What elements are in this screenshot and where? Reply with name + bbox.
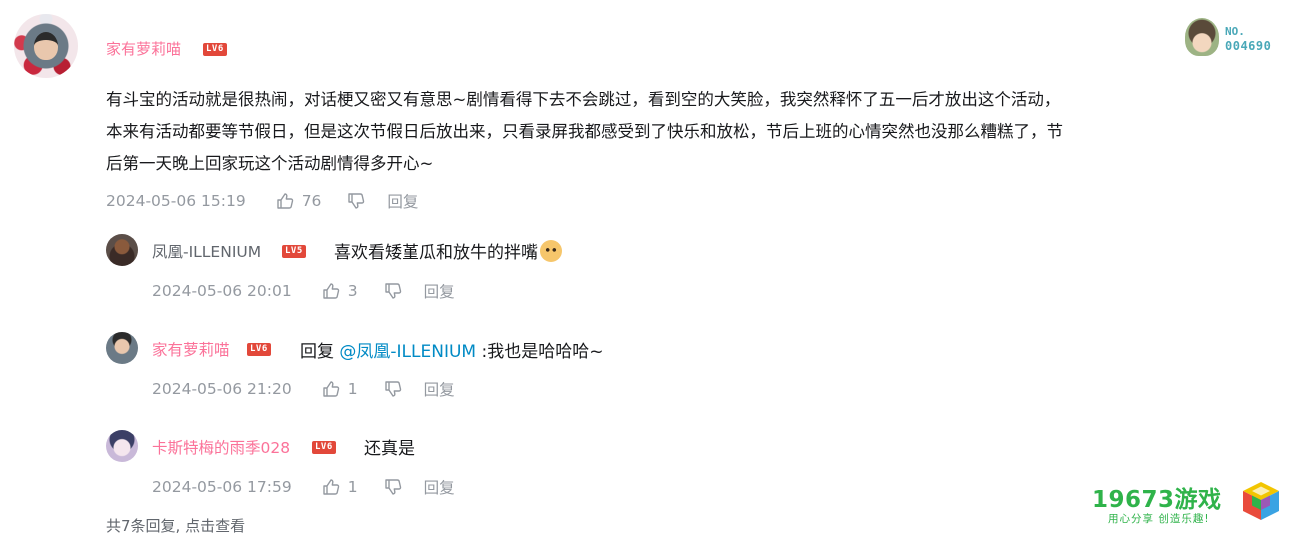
main-level-badge: LV6 (203, 43, 227, 56)
badge-no-value: 004690 (1225, 39, 1272, 53)
like-button[interactable]: 3 (322, 282, 358, 300)
like-icon (276, 193, 293, 209)
reply-avatar[interactable] (106, 234, 138, 266)
comment-time: 2024-05-06 15:19 (106, 192, 246, 210)
site-watermark: 19673游戏 用心分享 创造乐趣! (1092, 478, 1292, 526)
dislike-icon (384, 479, 401, 495)
fan-number-badge: NO. 004690 (1181, 18, 1291, 58)
avatar-face (34, 32, 58, 60)
reply-text: 回复 @凤凰-ILLENIUM :我也是哈哈哈~ (300, 337, 603, 362)
reply-time: 2024-05-06 21:20 (152, 380, 292, 398)
mention-link[interactable]: @凤凰-ILLENIUM (339, 342, 476, 362)
reply-prefix: 回复 (300, 342, 340, 362)
badge-character-icon (1185, 18, 1219, 56)
reply-text-content: :我也是哈哈哈~ (476, 342, 604, 362)
like-button[interactable]: 1 (322, 478, 358, 496)
reply-text-content: 喜欢看矮堇瓜和放牛的拌嘴 (334, 243, 538, 263)
like-count: 76 (301, 192, 322, 210)
main-username[interactable]: 家有萝莉喵 (106, 38, 181, 59)
dislike-button[interactable] (384, 478, 402, 496)
like-button[interactable]: 76 (276, 192, 322, 210)
emoji-icon (540, 240, 562, 262)
reply-level-badge: LV5 (282, 245, 306, 258)
reply-time: 2024-05-06 17:59 (152, 478, 292, 496)
reply-meta: 2024-05-06 20:01 3 回复 (152, 280, 455, 302)
reply-meta: 2024-05-06 21:20 1 回复 (152, 378, 455, 400)
like-count: 1 (347, 380, 358, 398)
reply-username[interactable]: 卡斯特梅的雨季028 (152, 436, 290, 458)
badge-no-label: NO. (1225, 25, 1245, 38)
reply-text: 还真是 (364, 439, 415, 459)
like-icon (322, 283, 339, 299)
watermark-brand: 19673游戏 (1092, 487, 1222, 513)
main-comment-text: 有斗宝的活动就是很热闹，对话梗又密又有意思~剧情看得下去不会跳过，看到空的大笑脸… (106, 90, 1063, 173)
reply-username[interactable]: 家有萝莉喵 (152, 338, 230, 360)
like-count: 1 (347, 478, 358, 496)
reply-level-badge: LV6 (247, 343, 271, 356)
reply-avatar[interactable] (106, 430, 138, 462)
like-icon (322, 381, 339, 397)
watermark-slogan: 用心分享 创造乐趣! (1108, 513, 1210, 525)
reply-avatar[interactable] (106, 332, 138, 364)
reply-level-badge: LV6 (312, 441, 336, 454)
reply-button[interactable]: 回复 (387, 190, 418, 212)
dislike-button[interactable] (384, 282, 402, 300)
cube-logo-icon (1243, 482, 1279, 520)
reply-button[interactable]: 回复 (424, 378, 455, 400)
reply-time: 2024-05-06 20:01 (152, 282, 292, 300)
dislike-icon (348, 193, 365, 209)
like-button[interactable]: 1 (322, 380, 358, 398)
like-icon (322, 479, 339, 495)
reply-button[interactable]: 回复 (424, 476, 455, 498)
main-avatar[interactable] (14, 14, 78, 78)
dislike-button[interactable] (384, 380, 402, 398)
reply-text: 喜欢看矮堇瓜和放牛的拌嘴 (334, 238, 562, 263)
main-comment-meta: 2024-05-06 15:19 76 回复 (106, 190, 418, 212)
dislike-button[interactable] (347, 192, 365, 210)
reply-username[interactable]: 凤凰-ILLENIUM (152, 240, 261, 262)
view-all-replies-link[interactable]: 共7条回复, 点击查看 (106, 515, 245, 536)
like-count: 3 (347, 282, 358, 300)
reply-meta: 2024-05-06 17:59 1 回复 (152, 476, 455, 498)
dislike-icon (384, 381, 401, 397)
reply-button[interactable]: 回复 (424, 280, 455, 302)
dislike-icon (384, 283, 401, 299)
